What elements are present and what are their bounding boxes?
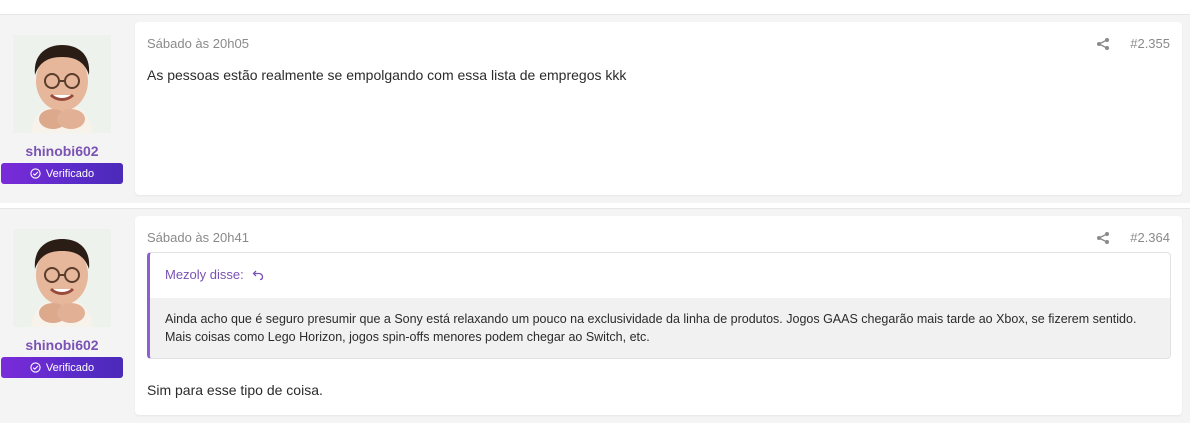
post-meta: #2.364 bbox=[1096, 230, 1170, 245]
user-info: shinobi602 Verificado bbox=[0, 209, 128, 423]
avatar[interactable] bbox=[13, 35, 111, 133]
check-circle-icon bbox=[30, 168, 41, 179]
forum-thread: shinobi602 Verificado Sábado às 20h05 #2… bbox=[0, 0, 1200, 445]
post-card: Sábado às 20h05 #2.355 As pessoas estão … bbox=[135, 22, 1182, 195]
username[interactable]: shinobi602 bbox=[0, 337, 124, 353]
verified-badge: Verificado bbox=[1, 163, 123, 184]
badge-label: Verificado bbox=[45, 167, 95, 180]
post-date[interactable]: Sábado às 20h05 bbox=[147, 36, 249, 51]
avatar[interactable] bbox=[13, 229, 111, 327]
post-number[interactable]: #2.355 bbox=[1130, 36, 1170, 51]
share-icon[interactable] bbox=[1096, 37, 1110, 51]
post: shinobi602 Verificado Sábado às 20h05 #2… bbox=[0, 14, 1190, 203]
share-icon[interactable] bbox=[1096, 231, 1110, 245]
go-to-quote-icon[interactable] bbox=[252, 269, 264, 281]
post-number[interactable]: #2.364 bbox=[1130, 230, 1170, 245]
quote-block: Mezoly disse: Ainda acho que é seguro pr… bbox=[147, 252, 1171, 359]
check-circle-icon bbox=[30, 362, 41, 373]
quote-text: Ainda acho que é seguro presumir que a S… bbox=[150, 298, 1170, 358]
quote-header[interactable]: Mezoly disse: bbox=[165, 267, 264, 282]
post-date[interactable]: Sábado às 20h41 bbox=[147, 230, 249, 245]
verified-badge: Verificado bbox=[1, 357, 123, 378]
post-card: Sábado às 20h41 #2.364 Mezoly disse: Ain… bbox=[135, 216, 1182, 415]
post-meta: #2.355 bbox=[1096, 36, 1170, 51]
username[interactable]: shinobi602 bbox=[0, 143, 124, 159]
badge-label: Verificado bbox=[45, 361, 95, 374]
quote-author[interactable]: Mezoly disse: bbox=[165, 267, 244, 282]
post-message: Sim para esse tipo de coisa. bbox=[147, 382, 323, 398]
user-info: shinobi602 Verificado bbox=[0, 15, 128, 203]
post: shinobi602 Verificado Sábado às 20h41 #2… bbox=[0, 208, 1190, 423]
post-message: As pessoas estão realmente se empolgando… bbox=[147, 67, 627, 83]
avatar-image bbox=[13, 35, 111, 133]
avatar-image bbox=[13, 229, 111, 327]
